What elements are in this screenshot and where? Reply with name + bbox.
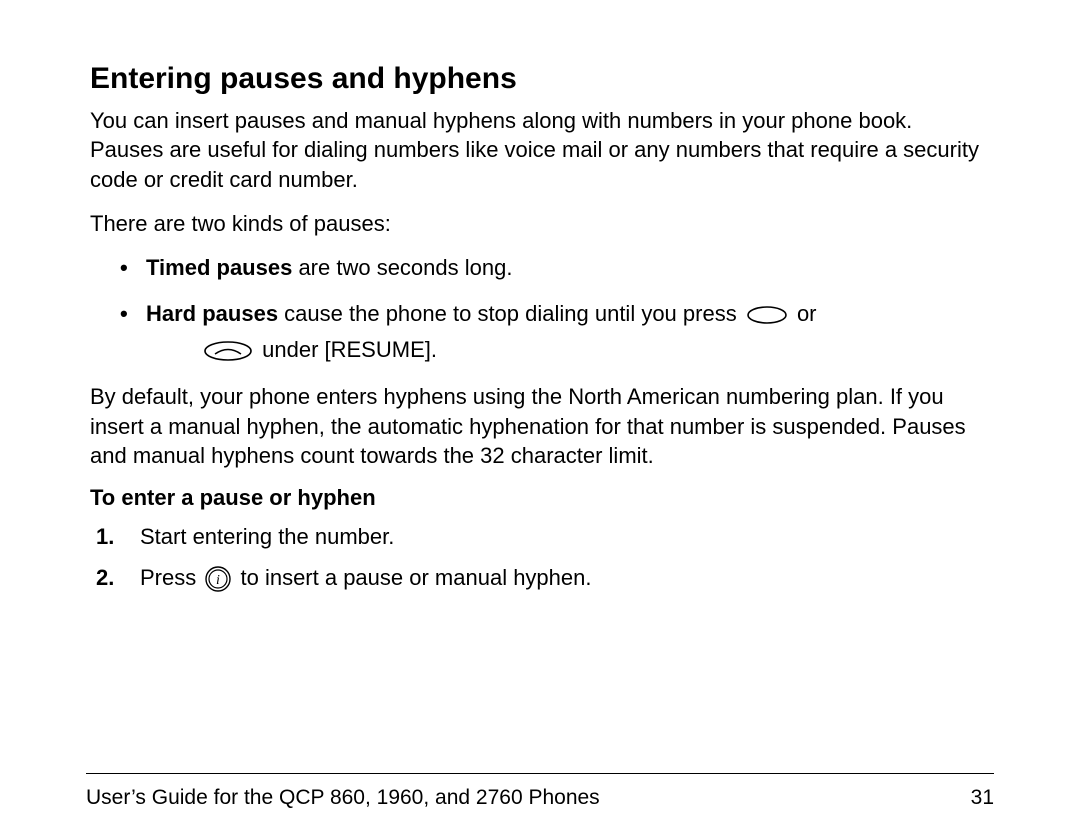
hard-pause-text-after: under [RESUME].	[262, 337, 437, 362]
procedure-heading: To enter a pause or hyphen	[90, 485, 990, 511]
footer-rule	[86, 773, 994, 774]
page-number: 31	[971, 786, 994, 810]
pause-kinds-list: Timed pauses are two seconds long. Hard …	[90, 252, 990, 366]
two-kinds-paragraph: There are two kinds of pauses:	[90, 209, 990, 239]
timed-pause-label: Timed pauses	[146, 255, 292, 280]
list-item: Timed pauses are two seconds long.	[120, 252, 990, 284]
manual-page: Entering pauses and hyphens You can inse…	[0, 0, 1080, 834]
list-item: Hard pauses cause the phone to stop dial…	[120, 298, 990, 366]
procedure-steps: Start entering the number. Press i to in…	[90, 519, 990, 595]
step-2-before: Press	[140, 565, 202, 590]
footer-title: User’s Guide for the QCP 860, 1960, and …	[86, 786, 600, 810]
info-button-icon: i	[205, 566, 231, 592]
hard-pause-text-or: or	[797, 301, 817, 326]
default-paragraph: By default, your phone enters hyphens us…	[90, 382, 990, 471]
intro-paragraph: You can insert pauses and manual hyphens…	[90, 106, 990, 195]
section-heading: Entering pauses and hyphens	[90, 60, 990, 98]
oval-button-icon	[746, 305, 788, 325]
step-1: Start entering the number.	[96, 519, 990, 554]
oval-arc-button-icon	[203, 340, 253, 362]
hard-pause-text-before: cause the phone to stop dialing until yo…	[278, 301, 743, 326]
page-footer: User’s Guide for the QCP 860, 1960, and …	[86, 786, 994, 810]
timed-pause-text: are two seconds long.	[292, 255, 512, 280]
step-2: Press i to insert a pause or manual hyph…	[96, 560, 990, 595]
hard-pause-label: Hard pauses	[146, 301, 278, 326]
step-2-after: to insert a pause or manual hyphen.	[240, 565, 591, 590]
svg-text:i: i	[216, 573, 220, 588]
